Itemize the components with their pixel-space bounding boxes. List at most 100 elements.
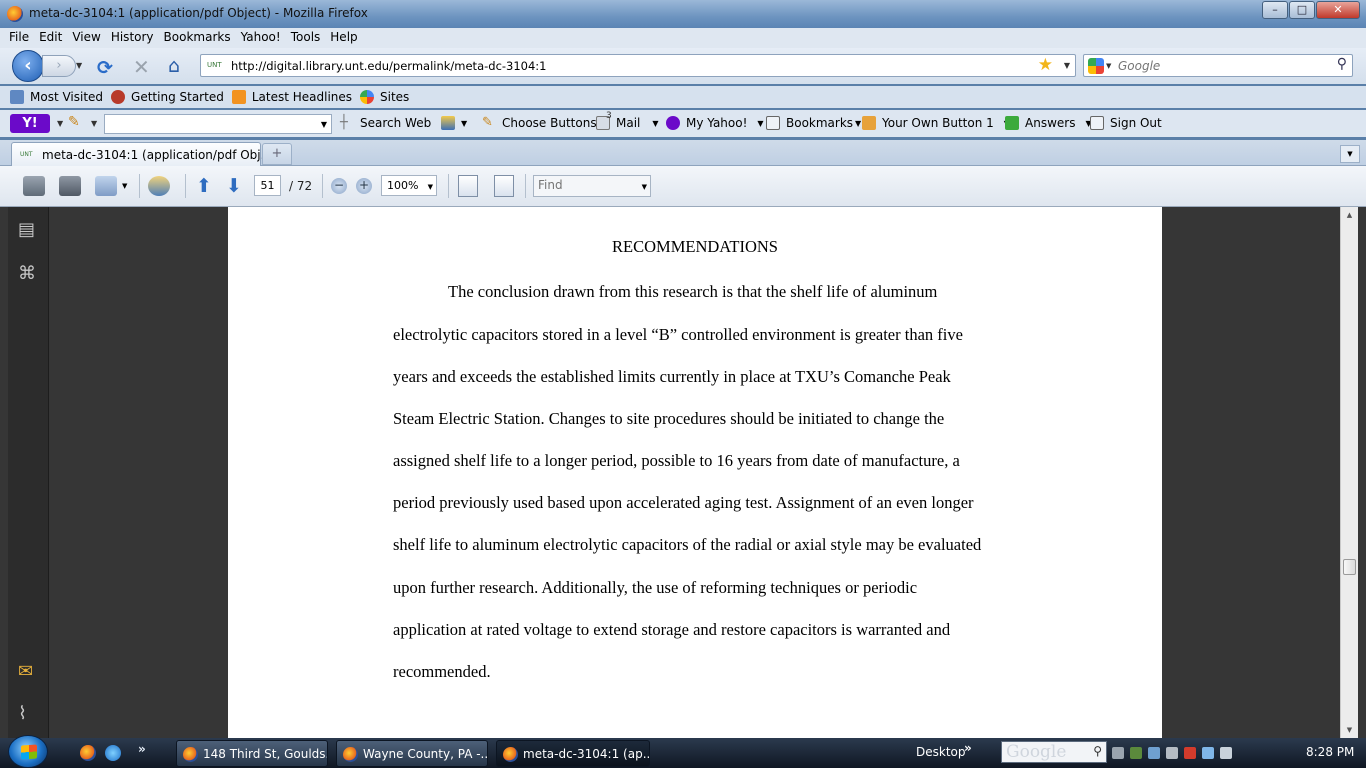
taskbar-window-meta-dc[interactable]: meta-dc-3104:1 (ap... (496, 740, 650, 767)
chevron-down-icon[interactable]: ▼ (321, 120, 327, 129)
menu-tools[interactable]: Tools (286, 28, 326, 48)
chevron-down-icon[interactable]: ▼ (91, 119, 97, 128)
desktop-more-icon[interactable]: » (964, 741, 972, 755)
address-bar[interactable]: UNT http://digital.library.unt.edu/perma… (200, 54, 1076, 77)
scroll-down-icon[interactable]: ▼ (1341, 722, 1358, 738)
tray-mail-icon[interactable] (1184, 747, 1196, 759)
search-icon[interactable]: ⚲ (1337, 56, 1347, 72)
maximize-button[interactable]: □ (1289, 1, 1315, 19)
scroll-up-icon[interactable]: ▲ (1341, 207, 1358, 223)
choose-buttons-button[interactable]: ✎ Choose Buttons (482, 116, 597, 131)
chevron-down-icon[interactable]: ▼ (757, 119, 763, 128)
chevron-down-icon[interactable]: ▼ (122, 182, 127, 190)
bookmark-most-visited[interactable]: Most Visited (10, 90, 103, 104)
vertical-scrollbar[interactable]: ▲ ▼ (1340, 207, 1358, 738)
next-page-icon[interactable]: ⬇ (226, 175, 242, 197)
tab-bar: UNT meta-dc-3104:1 (application/pdf Obj.… (0, 140, 1366, 166)
shield-button[interactable]: ▼ (441, 116, 467, 130)
tab-pdf-document[interactable]: UNT meta-dc-3104:1 (application/pdf Obj.… (11, 142, 272, 166)
toolbar-divider (185, 174, 186, 198)
chevron-down-icon[interactable]: ▼ (461, 119, 467, 128)
yahoo-logo-button[interactable]: Y! (10, 114, 50, 133)
chevron-down-icon[interactable]: ▼ (428, 183, 433, 191)
tray-network-icon[interactable] (1148, 747, 1160, 759)
pages-icon[interactable]: ▤ (18, 219, 38, 240)
pencil-icon[interactable]: ✎ (68, 114, 80, 130)
bookmark-latest-headlines[interactable]: Latest Headlines (231, 90, 352, 104)
forward-button[interactable]: › (42, 55, 76, 77)
zoom-out-icon[interactable]: − (331, 178, 347, 194)
yahoo-bookmarks-button[interactable]: Bookmarks ▼ (766, 116, 861, 130)
menu-edit[interactable]: Edit (34, 28, 67, 48)
find-input[interactable] (534, 176, 634, 194)
tray-display-icon[interactable] (1166, 747, 1178, 759)
menu-yahoo[interactable]: Yahoo! (236, 28, 286, 48)
engine-dropdown-icon[interactable]: ▼ (1106, 62, 1111, 70)
search-icon[interactable]: ⚲ (1093, 744, 1102, 758)
menu-file[interactable]: File (4, 28, 34, 48)
answers-icon (1005, 116, 1019, 130)
print-icon[interactable] (23, 176, 45, 196)
save-icon[interactable] (59, 176, 81, 196)
url-dropdown-icon[interactable]: ▼ (1064, 61, 1070, 70)
page-number-input[interactable] (254, 175, 281, 196)
menu-view[interactable]: View (67, 28, 105, 48)
quicklaunch-more-icon[interactable]: » (138, 742, 146, 756)
chevron-down-icon[interactable]: ▼ (652, 119, 658, 128)
sign-icon[interactable] (95, 176, 117, 196)
chevron-down-icon[interactable]: ▼ (57, 119, 63, 128)
chevron-down-icon[interactable]: ▼ (642, 183, 647, 191)
history-dropdown-icon[interactable]: ▼ (76, 61, 82, 70)
bookmark-sites[interactable]: Sites (360, 90, 409, 104)
find-field[interactable]: ▼ (533, 175, 651, 197)
close-button[interactable]: ✕ (1316, 1, 1360, 19)
fit-page-icon[interactable] (458, 175, 478, 197)
stop-icon[interactable]: ✕ (133, 55, 150, 79)
desktop-toolbar-label[interactable]: Desktop (916, 745, 966, 759)
home-icon[interactable]: ⌂ (168, 55, 180, 77)
start-button[interactable] (8, 735, 48, 768)
firefox-quicklaunch-icon[interactable] (80, 745, 96, 761)
tray-app-icon[interactable] (1130, 747, 1142, 759)
bookmark-getting-started[interactable]: Getting Started (111, 90, 224, 104)
search-web-button[interactable]: ┼ Search Web ▼ (340, 116, 447, 131)
new-tab-button[interactable]: + (262, 143, 292, 165)
google-engine-icon[interactable] (1088, 58, 1104, 74)
window-title: meta-dc-3104:1 (application/pdf Object) … (29, 6, 368, 20)
back-button[interactable]: ‹ (12, 50, 44, 82)
collaborate-icon[interactable] (148, 176, 170, 196)
sign-out-button[interactable]: Sign Out (1090, 116, 1162, 130)
zoom-in-icon[interactable]: + (356, 178, 372, 194)
internet-explorer-icon[interactable] (105, 745, 121, 761)
menu-help[interactable]: Help (325, 28, 362, 48)
taskbar-window-goulds[interactable]: 148 Third St, Goulds... (176, 740, 328, 767)
taskbar-google-search[interactable]: Google ⚲ (1001, 741, 1107, 763)
fit-width-icon[interactable] (494, 175, 514, 197)
taskbar-clock[interactable]: 8:28 PM (1306, 745, 1354, 759)
binoculars-icon[interactable]: ⌘ (18, 263, 38, 284)
yahoo-search-field[interactable]: ▼ (104, 114, 332, 134)
volume-icon[interactable] (1220, 747, 1232, 759)
taskbar-window-wayne-county[interactable]: Wayne County, PA -... (336, 740, 488, 767)
comments-icon[interactable]: ✉ (18, 661, 38, 682)
menu-history[interactable]: History (106, 28, 159, 48)
bookmark-star-icon[interactable]: ★ (1038, 55, 1053, 75)
tray-connection-icon[interactable] (1202, 747, 1214, 759)
search-input[interactable] (1118, 57, 1328, 74)
minimize-button[interactable]: – (1262, 1, 1288, 19)
url-text[interactable]: http://digital.library.unt.edu/permalink… (231, 59, 547, 73)
previous-page-icon[interactable]: ⬆ (196, 175, 212, 197)
tab-list-button[interactable]: ▼ (1340, 145, 1360, 163)
your-own-button[interactable]: Your Own Button 1 ▼ (862, 116, 1010, 130)
my-yahoo-button[interactable]: My Yahoo! ▼ (666, 116, 764, 130)
tray-arrow-icon[interactable] (1112, 747, 1124, 759)
attachment-icon[interactable]: ⌇ (18, 703, 38, 724)
menu-bookmarks[interactable]: Bookmarks (159, 28, 236, 48)
search-box[interactable]: ▼ ⚲ (1083, 54, 1353, 77)
answers-button[interactable]: Answers ▼ (1005, 116, 1092, 130)
reload-icon[interactable]: ⟳ (97, 57, 113, 79)
scroll-thumb[interactable] (1343, 559, 1356, 575)
chevron-down-icon[interactable]: ▼ (855, 119, 861, 128)
custom-button-icon (862, 116, 876, 130)
zoom-select[interactable]: 100% ▼ (381, 175, 437, 196)
